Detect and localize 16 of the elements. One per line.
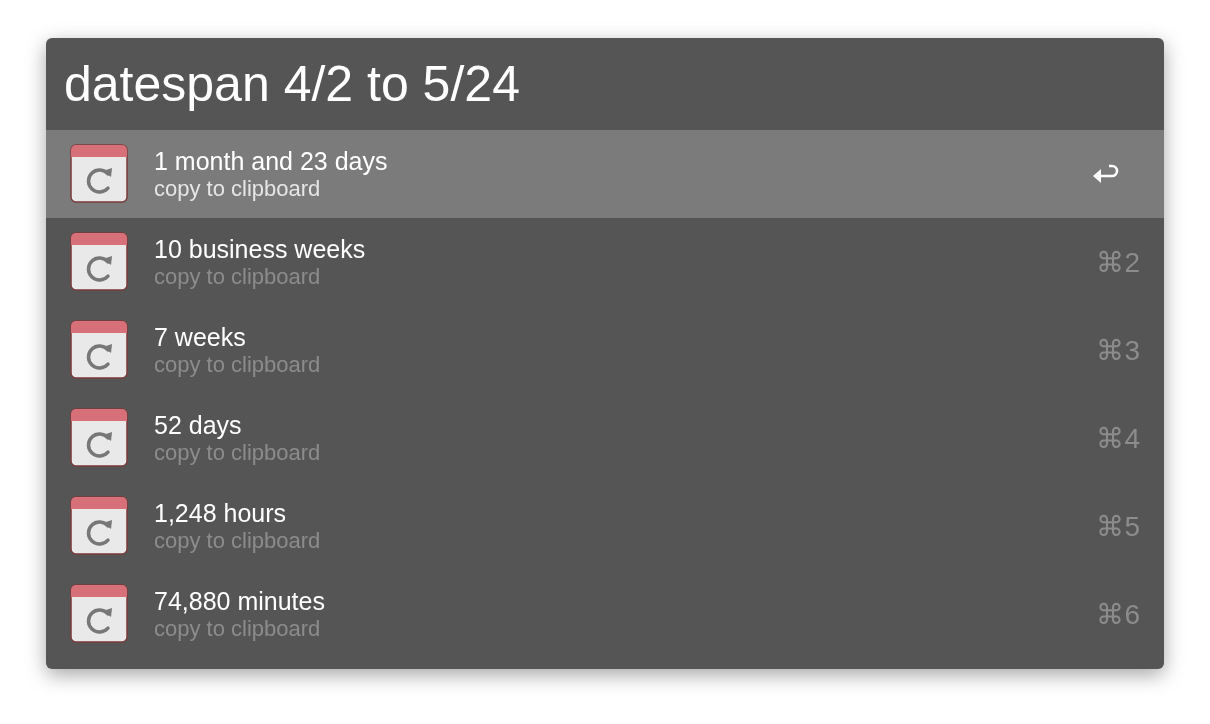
result-subtitle: copy to clipboard	[154, 175, 322, 202]
calendar-icon	[70, 584, 128, 644]
calendar-icon	[70, 232, 128, 292]
result-item[interactable]: 1 month and 23 days copy to clipboard	[46, 130, 1164, 218]
return-icon	[1092, 163, 1120, 185]
calendar-icon	[70, 408, 128, 468]
result-title: 1,248 hours	[154, 498, 288, 528]
calendar-icon	[70, 144, 128, 204]
result-title: 10 business weeks	[154, 234, 367, 264]
result-title: 74,880 minutes	[154, 586, 326, 616]
search-field[interactable]: datespan 4/2 to 5/24	[64, 55, 1124, 113]
result-title: 7 weeks	[154, 322, 247, 352]
calendar-icon	[70, 496, 128, 556]
result-title: 52 days	[154, 410, 243, 440]
result-title: 1 month and 23 days	[154, 146, 389, 176]
calendar-icon	[70, 320, 128, 380]
